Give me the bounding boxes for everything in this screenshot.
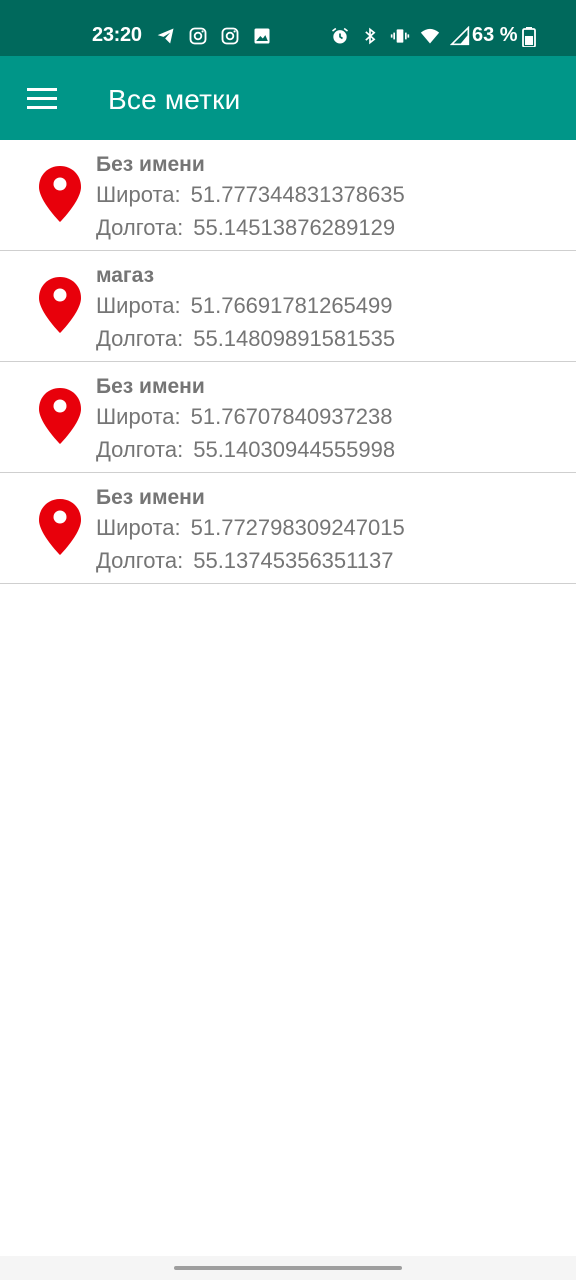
latitude-row: Широта: 51.76707840937238 (96, 400, 395, 433)
latitude-label: Широта: (96, 293, 181, 318)
marker-list-item[interactable]: Без имени Широта: 51.772798309247015 Долг… (0, 473, 576, 584)
page-title: Все метки (108, 84, 241, 115)
status-bar: 23:20 63 % (0, 0, 576, 56)
longitude-label: Долгота: (96, 437, 184, 462)
notification-icons (156, 26, 272, 46)
marker-list-item[interactable]: Без имени Широта: 51.76707840937238 Долго… (0, 362, 576, 473)
instagram-icon (189, 27, 207, 45)
instagram-icon (221, 27, 239, 45)
marker-details: магаз Широта: 51.76691781265499 Долгота: 5… (96, 263, 395, 355)
marker-list-item[interactable]: Без имени Широта: 51.777344831378635 Долг… (0, 140, 576, 251)
latitude-value: 51.76691781265499 (190, 293, 393, 318)
longitude-row: Долгота: 55.13745356351137 (96, 544, 405, 577)
latitude-row: Широта: 51.777344831378635 (96, 178, 405, 211)
marker-details: Без имени Широта: 51.772798309247015 Долг… (96, 485, 405, 577)
latitude-value: 51.772798309247015 (190, 515, 405, 540)
marker-name: магаз (96, 264, 155, 287)
latitude-row: Широта: 51.76691781265499 (96, 289, 395, 322)
longitude-label: Долгота: (96, 326, 184, 351)
latitude-value: 51.76707840937238 (190, 404, 393, 429)
marker-details: Без имени Широта: 51.76707840937238 Долго… (96, 374, 395, 466)
gesture-handle[interactable] (174, 1266, 402, 1270)
status-time: 23:20 (92, 24, 142, 46)
longitude-value: 55.14030944555998 (193, 437, 396, 462)
gallery-icon (254, 28, 270, 44)
battery-icon (522, 27, 536, 47)
latitude-label: Широта: (96, 182, 181, 207)
signal-icon (450, 26, 470, 46)
telegram-icon (157, 28, 174, 44)
navigation-bar (0, 1256, 576, 1280)
marker-name: Без имени (96, 486, 205, 509)
system-icons (330, 26, 470, 46)
bluetooth-icon (365, 27, 376, 45)
map-pin-icon (39, 277, 81, 333)
latitude-label: Широта: (96, 404, 181, 429)
alarm-icon (332, 27, 348, 44)
battery-percent: 63 % (472, 24, 518, 46)
marker-details: Без имени Широта: 51.777344831378635 Долг… (96, 152, 405, 244)
marker-list: Без имени Широта: 51.777344831378635 Долг… (0, 140, 576, 584)
longitude-label: Долгота: (96, 215, 184, 240)
wifi-icon (420, 28, 440, 44)
app-bar: Все метки (0, 56, 576, 140)
marker-name: Без имени (96, 375, 205, 398)
map-pin-icon (39, 499, 81, 555)
marker-list-item[interactable]: магаз Широта: 51.76691781265499 Долгота: 5… (0, 251, 576, 362)
map-pin-icon (39, 166, 81, 222)
vibrate-icon (390, 29, 410, 43)
latitude-value: 51.777344831378635 (190, 182, 405, 207)
longitude-value: 55.14809891581535 (193, 326, 396, 351)
longitude-value: 55.14513876289129 (193, 215, 396, 240)
map-pin-icon (39, 388, 81, 444)
longitude-value: 55.13745356351137 (193, 548, 394, 573)
latitude-label: Широта: (96, 515, 181, 540)
marker-name: Без имени (96, 153, 205, 176)
longitude-label: Долгота: (96, 548, 184, 573)
longitude-row: Долгота: 55.14030944555998 (96, 433, 395, 466)
longitude-row: Долгота: 55.14513876289129 (96, 211, 405, 244)
longitude-row: Долгота: 55.14809891581535 (96, 322, 395, 355)
latitude-row: Широта: 51.772798309247015 (96, 511, 405, 544)
hamburger-menu-icon[interactable] (22, 80, 62, 116)
